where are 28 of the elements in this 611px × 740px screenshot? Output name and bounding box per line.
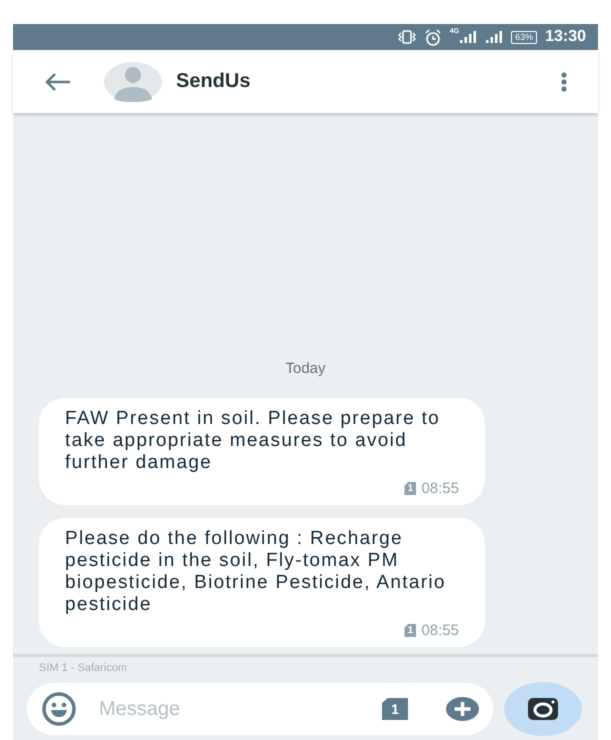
message-bubble[interactable]: FAW Present in soil. Please prepare to take appropriate measures to avoid further damage 1 08:55 — [39, 398, 485, 505]
sim-select-button[interactable]: 1 — [382, 698, 408, 720]
back-button[interactable] — [44, 72, 72, 92]
plus-icon — [446, 697, 479, 721]
sim-badge: 1 — [404, 482, 416, 495]
smiley-icon — [41, 691, 77, 727]
contact-name: SendUs — [176, 70, 252, 93]
sim-badge: 1 — [404, 624, 416, 637]
signal-icon — [459, 30, 478, 44]
battery-indicator: 63% — [511, 30, 538, 44]
back-arrow-icon — [44, 72, 72, 92]
message-text: Please do the following : Recharge pesticide in the soil, Fly-tomax PM biopesticide, Biotrine Pesticide, Antario pesticide — [65, 528, 447, 616]
clock-time: 13:30 — [545, 28, 586, 46]
more-options-button[interactable] — [560, 70, 568, 92]
sim-label: SIM 1 - Safaricom — [39, 661, 128, 676]
camera-icon — [527, 697, 559, 721]
message-text: FAW Present in soil. Please prepare to take appropriate measures to avoid further damage — [65, 408, 442, 474]
message-time: 08:55 — [421, 480, 459, 497]
message-field[interactable]: Message 1 — [27, 683, 493, 735]
vibrate-icon — [398, 29, 416, 45]
date-divider: Today — [285, 360, 326, 377]
message-time: 08:55 — [421, 622, 459, 639]
emoji-button[interactable] — [41, 691, 77, 727]
add-button[interactable] — [446, 697, 479, 721]
more-options-icon — [560, 70, 568, 92]
message-bubble[interactable]: Please do the following : Recharge pesticide in the soil, Fly-tomax PM biopesticide, Biotrine Pesticide, Antario pesticide 1 08:55 — [39, 518, 485, 647]
alarm-icon — [424, 28, 442, 46]
signal-icon — [485, 30, 504, 44]
